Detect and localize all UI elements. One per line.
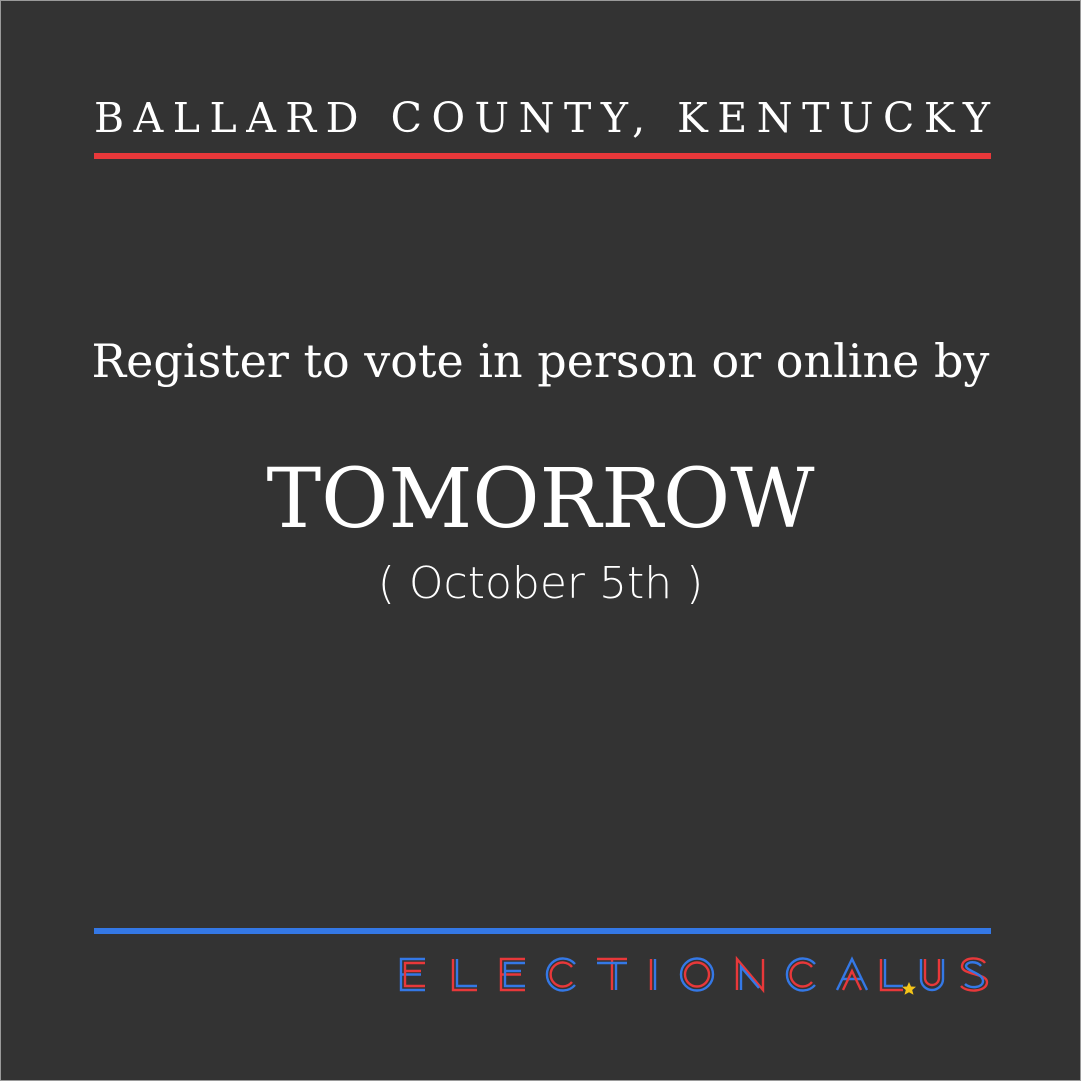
logo-letter-c1: [545, 957, 576, 992]
logo-letter-e2: [499, 957, 525, 992]
register-text: Register to vote in person or online by: [91, 334, 990, 388]
red-divider: [94, 153, 991, 159]
deadline-heading: TOMORROW: [266, 452, 815, 547]
logo-letter-o: [679, 957, 715, 992]
deadline-date: ( October 5th ): [377, 558, 704, 609]
logo-letter-t: [597, 957, 627, 990]
announcement-card: BALLARD COUNTY, KENTUCKY Register to vot…: [0, 0, 1081, 1081]
logo-letter-l2: [879, 959, 903, 992]
logo-letter-n: [735, 955, 765, 994]
logo-letter-e1: [399, 957, 425, 992]
electioncal-logo: [399, 955, 989, 995]
blue-divider: [94, 928, 991, 934]
logo-letter-s: [960, 957, 989, 992]
logo-letter-i: [649, 959, 657, 990]
logo-letter-u: [919, 959, 945, 992]
logo-letter-a: [835, 956, 869, 991]
logo-letter-c2: [785, 957, 816, 992]
county-heading: BALLARD COUNTY, KENTUCKY: [94, 94, 1000, 142]
logo-letter-l: [451, 959, 477, 992]
star-icon: [902, 982, 916, 995]
